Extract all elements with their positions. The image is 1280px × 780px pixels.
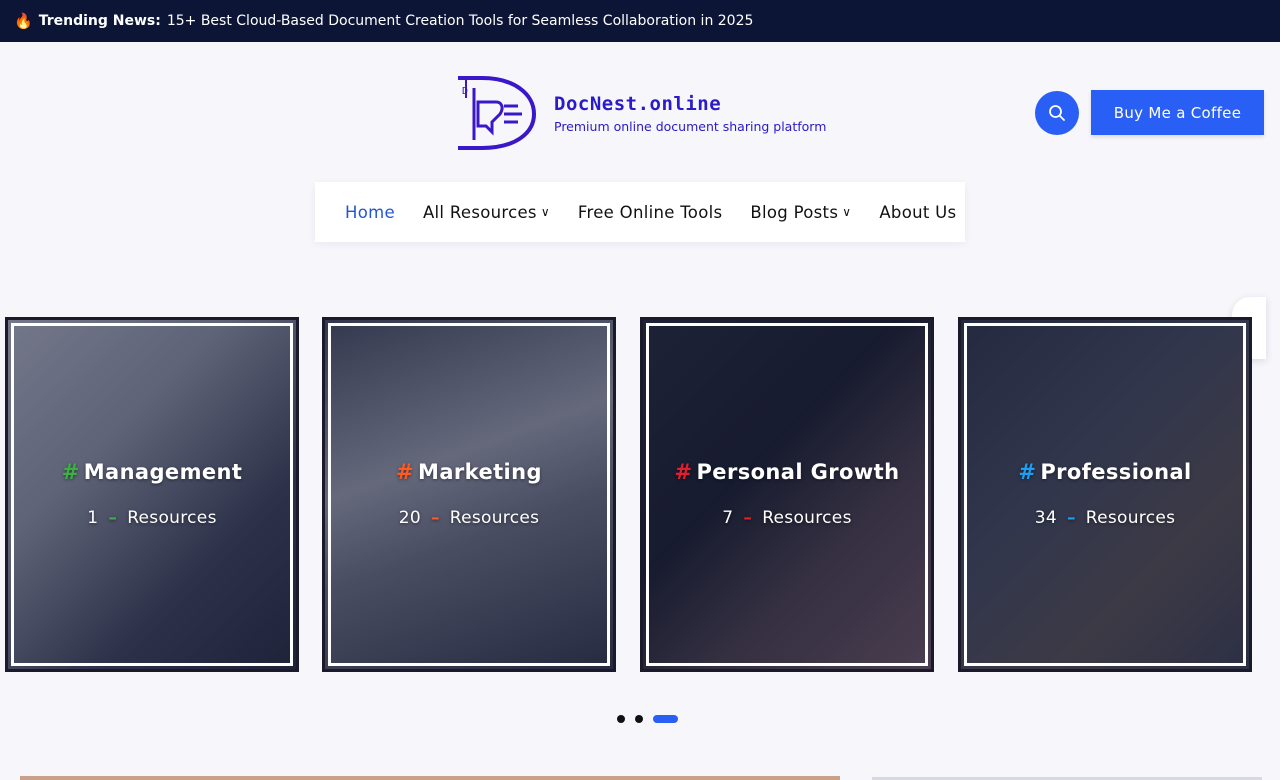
trending-headline-link[interactable]: 15+ Best Cloud-Based Document Creation T… — [167, 13, 754, 29]
category-name: Professional — [1040, 460, 1192, 484]
carousel-dot[interactable] — [635, 715, 643, 723]
trending-label: Trending News: — [38, 13, 161, 29]
category-count: 34– Resources — [961, 508, 1249, 528]
site-tagline: Premium online document sharing platform — [554, 118, 827, 134]
flame-icon: 🔥 — [14, 12, 33, 30]
nav-item-all-resources[interactable]: All Resources ∨ — [423, 203, 550, 222]
search-button[interactable] — [1035, 91, 1079, 135]
next-section-image — [20, 776, 840, 780]
resource-label: Resources — [762, 508, 852, 528]
dash-separator: – — [1066, 508, 1076, 528]
buy-me-a-coffee-button[interactable]: Buy Me a Coffee — [1091, 90, 1264, 135]
category-name: Personal Growth — [696, 460, 900, 484]
site-logo[interactable]: D DocNest.online Premium online document… — [452, 74, 826, 152]
category-count: 7– Resources — [643, 508, 931, 528]
resource-count: 1 — [87, 508, 99, 528]
search-icon — [1049, 105, 1065, 121]
resource-label: Resources — [1085, 508, 1176, 528]
nav-item-blog-posts[interactable]: Blog Posts ∨ — [750, 203, 851, 222]
card-frame — [328, 323, 610, 666]
carousel-dot-active[interactable] — [653, 715, 678, 723]
hash-icon: # — [674, 460, 693, 484]
category-card-professional[interactable]: # Professional 34– Resources — [958, 317, 1252, 672]
nav-item-label: About Us — [879, 202, 957, 222]
category-name: Management — [83, 460, 243, 484]
nav-item-label: All Resources — [422, 202, 537, 222]
resource-count: 34 — [1034, 508, 1057, 528]
card-frame — [646, 323, 928, 666]
chevron-down-icon: ∨ — [540, 205, 550, 219]
resource-count: 7 — [722, 508, 734, 528]
category-title: # Professional — [961, 460, 1249, 484]
dash-separator: – — [743, 508, 753, 528]
category-title: # Personal Growth — [643, 460, 931, 484]
category-count: 20– Resources — [325, 508, 613, 528]
category-title: # Management — [8, 460, 296, 484]
category-card-personal-growth[interactable]: # Personal Growth 7– Resources — [640, 317, 934, 672]
carousel-dot[interactable] — [617, 715, 625, 723]
nav-item-free-online-tools[interactable]: Free Online Tools — [578, 203, 722, 222]
dash-separator: – — [430, 508, 440, 528]
category-count: 1– Resources — [8, 508, 296, 528]
logo-icon: D — [458, 76, 537, 150]
nav-item-label: Blog Posts — [750, 202, 839, 222]
dash-separator: – — [108, 508, 118, 528]
nav-item-label: Free Online Tools — [577, 202, 723, 222]
resource-label: Resources — [127, 508, 217, 528]
chevron-down-icon: ∨ — [842, 205, 852, 219]
trending-bar: 🔥 Trending News: 15+ Best Cloud-Based Do… — [0, 0, 1280, 42]
resource-count: 20 — [398, 508, 421, 528]
category-title: # Marketing — [325, 460, 613, 484]
hash-icon: # — [396, 460, 415, 484]
category-name: Marketing — [418, 460, 542, 484]
hash-icon: # — [61, 460, 80, 484]
card-frame — [11, 323, 293, 666]
svg-text:D: D — [462, 86, 468, 97]
category-card-marketing[interactable]: # Marketing 20– Resources — [322, 317, 616, 672]
nav-item-home[interactable]: Home — [345, 203, 395, 222]
site-title[interactable]: DocNest.online — [554, 93, 826, 115]
nav-item-label: Home — [345, 202, 395, 222]
hash-icon: # — [1018, 460, 1037, 484]
nav-item-about-us[interactable]: About Us — [879, 203, 956, 222]
carousel-pagination — [617, 715, 688, 723]
card-frame — [964, 323, 1246, 666]
category-card-management[interactable]: # Management 1– Resources — [5, 317, 299, 672]
resource-label: Resources — [449, 508, 540, 528]
main-nav: Home All Resources ∨ Free Online Tools B… — [315, 182, 965, 242]
